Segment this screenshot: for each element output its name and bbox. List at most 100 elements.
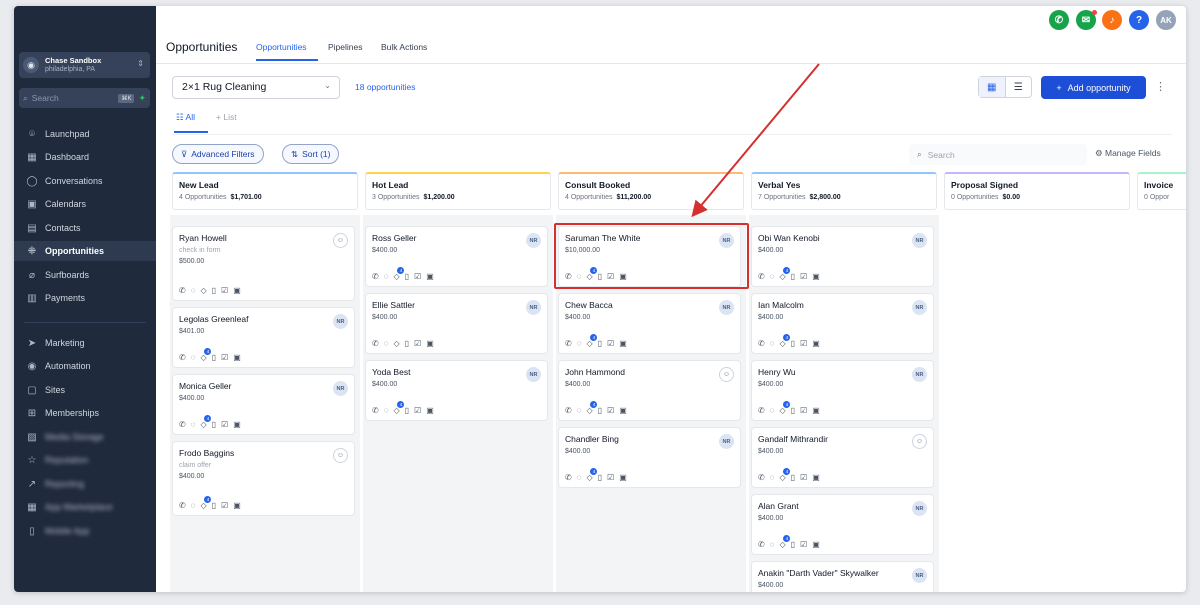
view-tab-all[interactable]: ☷ All [176,112,195,123]
tag-icon[interactable]: ◇ 4 [393,401,405,415]
task-icon[interactable]: ☑ [221,353,228,362]
sidebar-item-calendars[interactable]: ▣ Calendars [14,194,156,214]
task-icon[interactable]: ☑ [607,339,614,348]
calendar-icon[interactable]: ▣ [812,339,820,348]
opportunity-name[interactable]: Gandalf Mithrandir [758,434,927,444]
sidebar-item-contacts[interactable]: ▤ Contacts [14,218,156,238]
phone-icon[interactable]: ✆ [179,501,186,510]
opportunity-name[interactable]: Henry Wu [758,367,927,377]
calendar-icon[interactable]: ▣ [233,286,241,295]
tag-icon[interactable]: ◇ 4 [779,334,791,348]
task-icon[interactable]: ☑ [414,339,421,348]
document-icon[interactable]: ▯ [212,286,216,295]
avatar[interactable]: AK [1156,10,1176,30]
task-icon[interactable]: ☑ [607,406,614,415]
tag-icon[interactable]: ◇ 4 [200,415,212,429]
calendar-icon[interactable]: ▣ [426,339,434,348]
sidebar-item-surfboards[interactable]: ⌀ Surfboards [14,265,156,285]
phone-icon[interactable]: ✆ [758,540,765,549]
document-icon[interactable]: ▯ [791,272,795,281]
owner-badge[interactable]: NR [912,300,927,315]
owner-badge[interactable]: NR [333,314,348,329]
opportunity-name[interactable]: Ian Malcolm [758,300,927,310]
calendar-icon[interactable]: ▣ [619,473,627,482]
opportunity-card[interactable]: Ellie Sattler $400.00 NR ✆ ◌ ◇ ▯ ☑ ▣ [365,293,548,354]
document-icon[interactable]: ▯ [405,406,409,415]
calendar-icon[interactable]: ▣ [812,406,820,415]
chat-icon[interactable]: ◌ [384,406,389,415]
sidebar-item-payments[interactable]: ▥ Payments [14,288,156,308]
account-switcher[interactable]: ◉ Chase Sandbox philadelphia, PA ⇕ [19,52,150,78]
opportunity-name[interactable]: Ross Geller [372,233,541,243]
tag-icon[interactable]: ◇ 4 [586,334,598,348]
opportunity-card[interactable]: Obi Wan Kenobi $400.00 NR ✆ ◌ ◇ 4 ▯ ☑ ▣ [751,226,934,287]
tag-icon[interactable]: ◇ 4 [779,267,791,281]
tag-icon[interactable]: ◇ 4 [586,401,598,415]
tag-icon[interactable]: ◇ 4 [200,348,212,362]
owner-badge[interactable]: NR [333,381,348,396]
tag-icon[interactable]: ◇ [393,339,399,348]
opportunity-card[interactable]: Ian Malcolm $400.00 NR ✆ ◌ ◇ 4 ▯ ☑ ▣ [751,293,934,354]
tag-icon[interactable]: ◇ 4 [586,468,598,482]
opportunity-name[interactable]: Legolas Greenleaf [179,314,348,324]
calendar-icon[interactable]: ▣ [426,406,434,415]
calendar-icon[interactable]: ▣ [233,501,241,510]
task-icon[interactable]: ☑ [414,272,421,281]
sidebar-item-opportunities[interactable]: ⁜ Opportunities [14,241,156,261]
opportunity-card[interactable]: Alan Grant $400.00 NR ✆ ◌ ◇ 4 ▯ ☑ ▣ [751,494,934,555]
chat-icon[interactable]: ◌ [770,272,775,281]
chat-icon[interactable]: ◌ [770,406,775,415]
sidebar-item-dashboard[interactable]: ▦ Dashboard [14,147,156,167]
opportunity-card[interactable]: Ross Geller $400.00 NR ✆ ◌ ◇ 4 ▯ ☑ ▣ [365,226,548,287]
task-icon[interactable]: ☑ [800,339,807,348]
sidebar-item-launchpad[interactable]: ⌾ Launchpad [14,124,156,144]
task-icon[interactable]: ☑ [800,540,807,549]
opportunity-card[interactable]: Frodo Baggins claim offer $400.00 ☺ ✆ ◌ ◇ 4 ▯ ☑ ▣ [172,441,355,516]
opportunity-name[interactable]: Ellie Sattler [372,300,541,310]
sidebar-item-automation[interactable]: ◉ Automation [14,356,156,376]
opportunity-card[interactable]: Legolas Greenleaf $401.00 NR ✆ ◌ ◇ 4 ▯ ☑ ▣ [172,307,355,368]
opportunity-name[interactable]: Anakin "Darth Vader" Skywalker [758,568,927,578]
sidebar-item-conversations[interactable]: ◯ Conversations [14,171,156,191]
calendar-icon[interactable]: ▣ [426,272,434,281]
owner-badge[interactable]: NR [526,367,541,382]
chat-icon[interactable]: ◌ [191,501,196,510]
sidebar-item-reporting[interactable]: ↗ Reporting [14,474,156,494]
document-icon[interactable]: ▯ [212,420,216,429]
document-icon[interactable]: ▯ [791,540,795,549]
opportunity-card[interactable]: Chew Bacca $400.00 NR ✆ ◌ ◇ 4 ▯ ☑ ▣ [558,293,741,354]
task-icon[interactable]: ☑ [221,420,228,429]
chat-icon[interactable]: ◌ [577,339,582,348]
sidebar-item-sites[interactable]: ▢ Sites [14,380,156,400]
tab-bulk-actions[interactable]: Bulk Actions [381,42,427,52]
tag-icon[interactable]: ◇ 4 [779,468,791,482]
phone-icon[interactable]: ✆ [565,473,572,482]
owner-badge[interactable]: NR [912,501,927,516]
chat-icon[interactable]: ◌ [770,473,775,482]
calendar-icon[interactable]: ▣ [812,272,820,281]
sidebar-search[interactable]: ⌕ Search ⌘K ✦ [19,88,150,108]
task-icon[interactable]: ☑ [221,501,228,510]
owner-badge[interactable]: NR [912,367,927,382]
help-icon[interactable]: ? [1129,10,1149,30]
phone-icon[interactable]: ✆ [372,272,379,281]
calendar-icon[interactable]: ▣ [233,420,241,429]
document-icon[interactable]: ▯ [405,272,409,281]
opportunity-name[interactable]: Alan Grant [758,501,927,511]
tab-pipelines[interactable]: Pipelines [328,42,363,52]
calendar-icon[interactable]: ▣ [812,473,820,482]
tab-opportunities[interactable]: Opportunities [256,42,307,52]
document-icon[interactable]: ▯ [212,353,216,362]
task-icon[interactable]: ☑ [800,272,807,281]
calendar-icon[interactable]: ▣ [233,353,241,362]
opportunity-name[interactable]: Ryan Howell [179,233,348,243]
pipeline-select[interactable]: 2×1 Rug Cleaning ⌄ [172,76,340,99]
opportunity-name[interactable]: John Hammond [565,367,734,377]
phone-icon[interactable]: ✆ [372,406,379,415]
owner-badge[interactable]: NR [526,233,541,248]
owner-badge[interactable]: NR [719,434,734,449]
assign-user-icon[interactable]: ☺ [719,367,734,382]
list-view-icon[interactable]: ☰ [1006,77,1032,97]
document-icon[interactable]: ▯ [598,406,602,415]
sort-button[interactable]: ⇅ Sort (1) [282,144,340,164]
